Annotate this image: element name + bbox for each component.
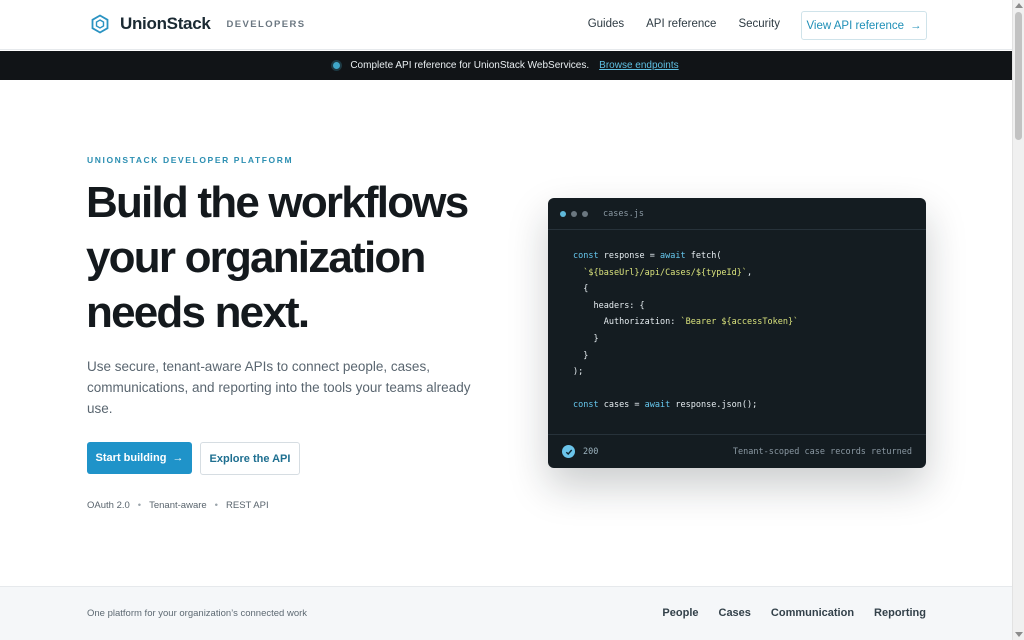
nav-security[interactable]: Security [738,18,780,30]
code-line: ); [573,367,584,378]
brand-name: UnionStack [120,14,211,33]
footer-tagline: One platform for your organization’s con… [87,608,308,619]
browse-endpoints-link[interactable]: Browse endpoints [599,60,679,71]
window-dot-icon [571,210,577,217]
hero-eyebrow: UNIONSTACK DEVELOPER PLATFORM [87,155,294,165]
status-code: 200 [583,446,599,457]
code-line: const cases = await response.json(); [573,400,758,411]
tag-oauth: OAuth 2.0 [87,500,130,511]
scroll-down-icon[interactable] [1015,632,1023,637]
code-line: Authorization: `Bearer ${accessToken}` [603,317,799,328]
arrow-right-icon: → [172,452,184,464]
hero-description: Use secure, tenant-aware APIs to connect… [87,359,471,416]
unionstack-logo-icon [91,14,109,34]
start-building-label: Start building [95,452,167,464]
start-building-button[interactable]: Start building → [87,442,192,474]
footer-link-cases[interactable]: Cases [719,607,751,619]
tag-rest-api: REST API [226,500,269,511]
announcement-banner: Complete API reference for UnionStack We… [0,51,1012,80]
top-header: UnionStack DEVELOPERS Guides API referen… [0,0,1012,50]
code-line: `${baseUrl}/api/Cases/${typeId}`, [583,267,753,278]
code-sample-card: cases.js const response = await fetch( `… [548,198,926,468]
tag-tenant-aware: Tenant-aware [149,500,207,511]
code-line: const response = await fetch( [573,251,722,261]
code-file-name: cases.js [603,208,644,219]
tag-separator: • [137,500,142,511]
nav-guides[interactable]: Guides [588,18,624,30]
status-dot-icon [333,62,341,69]
brand-logo[interactable]: UnionStack DEVELOPERS [90,14,305,34]
scrollbar-thumb[interactable] [1015,12,1022,140]
hero-title: Build the workflows your organization ne… [86,178,469,337]
view-api-reference-label: View API reference [806,19,905,32]
tag-separator: • [214,500,218,511]
footer-link-people[interactable]: People [662,607,698,619]
feature-tags: OAuth 2.0 • Tenant-aware • REST API [87,500,269,511]
checkmark-icon [562,445,575,458]
window-dot-icon [560,210,566,217]
footer-strip: One platform for your organization’s con… [0,586,1012,640]
code-block: const response = await fetch( `${baseUrl… [548,230,926,414]
code-line: headers: { [593,300,645,311]
code-line: } [593,333,599,344]
scroll-up-icon[interactable] [1015,3,1023,8]
code-line: } [583,350,589,361]
footer-link-communication[interactable]: Communication [771,607,854,619]
arrow-right-icon: → [910,19,922,32]
vertical-scrollbar[interactable] [1012,0,1024,640]
code-card-status-bar: 200 Tenant-scoped case records returned [548,434,926,468]
explore-api-button[interactable]: Explore the API [200,442,300,475]
status-message: Tenant-scoped case records returned [732,446,912,457]
footer-nav: People Cases Communication Reporting [662,607,926,619]
banner-text: Complete API reference for UnionStack We… [350,60,590,71]
window-dot-icon [582,210,588,217]
nav-api-reference[interactable]: API reference [646,18,716,30]
code-line: { [583,284,589,295]
code-card-titlebar: cases.js [548,198,926,230]
brand-subtitle: DEVELOPERS [226,18,306,30]
explore-api-label: Explore the API [209,452,291,465]
footer-link-reporting[interactable]: Reporting [874,607,926,619]
main-nav: Guides API reference Security [588,18,780,30]
view-api-reference-button[interactable]: View API reference → [801,11,927,40]
